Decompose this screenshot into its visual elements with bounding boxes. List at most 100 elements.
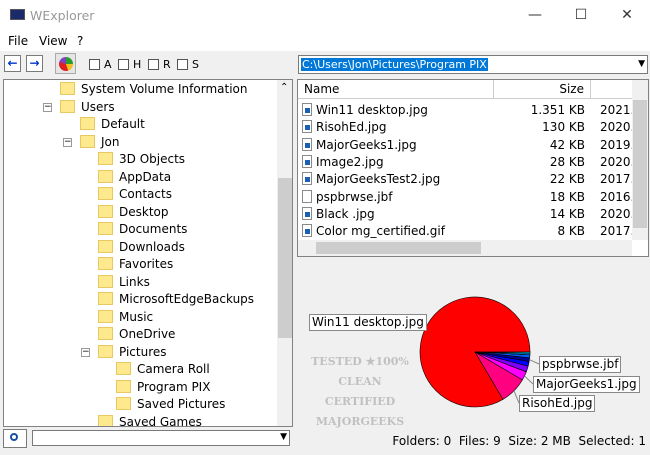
file-row[interactable]: Image2.jpg 28 KB 2020. [302, 154, 634, 171]
list-hscroll-thumb[interactable] [316, 242, 481, 254]
attr-h-checkbox[interactable] [118, 59, 129, 70]
file-size: 14 KB [549, 206, 585, 221]
folder-icon [98, 327, 113, 340]
folder-icon [98, 187, 113, 200]
tree-item[interactable]: MicrosoftEdgeBackups [98, 291, 254, 308]
size-pie-chart [418, 296, 540, 408]
path-combobox[interactable]: C:\Users\Jon\Pictures\Program PIX ▼ [298, 55, 648, 74]
folder-tree[interactable]: System Volume Information − Users Default − J… [3, 79, 293, 427]
search-icon [10, 433, 18, 441]
file-date: 2017. [600, 172, 635, 187]
maximize-button[interactable]: ☐ [558, 0, 604, 31]
file-date: 2019. [600, 137, 635, 152]
tree-item[interactable]: Desktop [98, 204, 169, 221]
folder-icon [98, 169, 113, 183]
close-button[interactable]: ✕ [604, 0, 650, 31]
search-button[interactable] [3, 429, 27, 448]
folder-icon [98, 292, 113, 305]
tree-item-label: Documents [119, 222, 188, 236]
folder-icon [60, 99, 75, 113]
tree-item[interactable]: − Jon [63, 134, 120, 151]
chevron-down-icon[interactable]: ▼ [280, 432, 287, 442]
tree-item[interactable]: Favorites [98, 256, 173, 273]
collapse-toggle[interactable]: − [43, 102, 52, 112]
tree-item-label: Links [119, 274, 150, 289]
tree-item-label: 3D Objects [119, 152, 186, 166]
tree-item[interactable]: Camera Roll [116, 361, 210, 378]
image-file-icon [302, 103, 312, 116]
file-row[interactable]: Color mg_certified.gif 8 KB 2017. [302, 223, 634, 240]
file-row[interactable]: MajorGeeks1.jpg 42 KB 2019. [302, 137, 635, 154]
tree-item[interactable]: Saved Games [98, 414, 202, 427]
attr-h-label: H [133, 58, 142, 71]
tree-item[interactable]: Documents [98, 221, 187, 238]
toolbar: ← → A H R S [0, 52, 295, 76]
tree-item[interactable]: Links [98, 274, 150, 291]
file-date: 2020. [600, 120, 635, 135]
file-row[interactable]: pspbrwse.jbf 18 KB 2016. [302, 189, 635, 206]
forward-button[interactable]: → [26, 55, 43, 72]
pie-chart-button[interactable] [55, 53, 76, 74]
column-size[interactable]: Size [494, 80, 591, 99]
pie-leader-line [529, 359, 540, 365]
file-row[interactable]: Black .jpg 14 KB 2020. [302, 206, 635, 223]
folder-icon [98, 344, 113, 358]
tree-scroll-thumb[interactable] [278, 178, 292, 338]
file-icon [302, 189, 312, 203]
list-vscroll-thumb[interactable] [633, 100, 647, 228]
list-vscrollbar[interactable] [632, 80, 648, 240]
file-list[interactable]: Name Size M Win11 desktop.jpg1.351 KB202… [297, 79, 649, 257]
tree-item[interactable]: OneDrive [98, 326, 175, 343]
scroll-up-icon[interactable]: ⌃ [280, 82, 288, 93]
tree-item[interactable]: Music [98, 309, 153, 326]
file-name: MajorGeeksTest2.jpg [316, 172, 441, 187]
folder-icon [98, 239, 113, 253]
menu-help[interactable]: ? [77, 34, 83, 48]
tree-item[interactable]: − Users [43, 99, 115, 116]
tree-item[interactable]: Program PIX [116, 379, 210, 396]
file-date: 2016. [600, 189, 635, 204]
list-hscrollbar[interactable] [298, 240, 632, 256]
collapse-toggle[interactable]: − [81, 347, 90, 357]
tree-item[interactable]: − Pictures [81, 344, 167, 361]
search-input[interactable]: ▼ [32, 430, 290, 446]
menu-view[interactable]: View [39, 34, 67, 48]
folder-icon [98, 274, 113, 288]
minimize-button[interactable]: — [512, 0, 558, 31]
collapse-toggle[interactable]: − [63, 137, 72, 147]
tree-item[interactable]: AppData [98, 169, 171, 186]
folder-icon [98, 257, 113, 270]
file-size: 1.351 KB [530, 103, 585, 117]
tree-item[interactable]: Saved Pictures [116, 396, 225, 413]
tree-item[interactable]: 3D Objects [98, 151, 185, 168]
pie-chart-icon [59, 57, 73, 71]
file-row[interactable]: Win11 desktop.jpg 1.351 KB 2021. [302, 102, 634, 119]
tree-item[interactable]: Contacts [98, 186, 172, 203]
tree-item[interactable]: Default [80, 116, 145, 133]
folder-icon [98, 309, 113, 323]
file-size: 130 KB [542, 120, 585, 135]
file-size: 18 KB [549, 189, 585, 204]
attr-s-checkbox[interactable] [177, 59, 188, 70]
attr-r-checkbox[interactable] [148, 59, 159, 70]
file-date: 2020. [600, 206, 635, 221]
tree-item-label: Users [81, 99, 115, 114]
image-file-icon [302, 206, 312, 220]
attr-a-checkbox[interactable] [89, 59, 100, 70]
image-file-icon [302, 172, 312, 186]
chevron-down-icon[interactable]: ▼ [638, 59, 645, 69]
folder-icon [80, 117, 95, 130]
file-name: Win11 desktop.jpg [316, 103, 428, 117]
back-button[interactable]: ← [4, 55, 21, 72]
file-row[interactable]: RisohEd.jpg 130 KB 2020. [302, 119, 635, 136]
tree-item-label: Saved Games [119, 414, 202, 427]
tree-item[interactable]: Downloads [98, 239, 185, 256]
path-value[interactable]: C:\Users\Jon\Pictures\Program PIX [301, 58, 488, 71]
column-name[interactable]: Name [298, 80, 494, 99]
menu-file[interactable]: File [8, 34, 28, 48]
folder-icon [98, 152, 113, 165]
folder-icon [60, 82, 75, 95]
pie-label: Win11 desktop.jpg [309, 314, 427, 331]
tree-item[interactable]: System Volume Information [60, 81, 247, 98]
file-row[interactable]: MajorGeeksTest2.jpg 22 KB 2017. [302, 171, 635, 188]
